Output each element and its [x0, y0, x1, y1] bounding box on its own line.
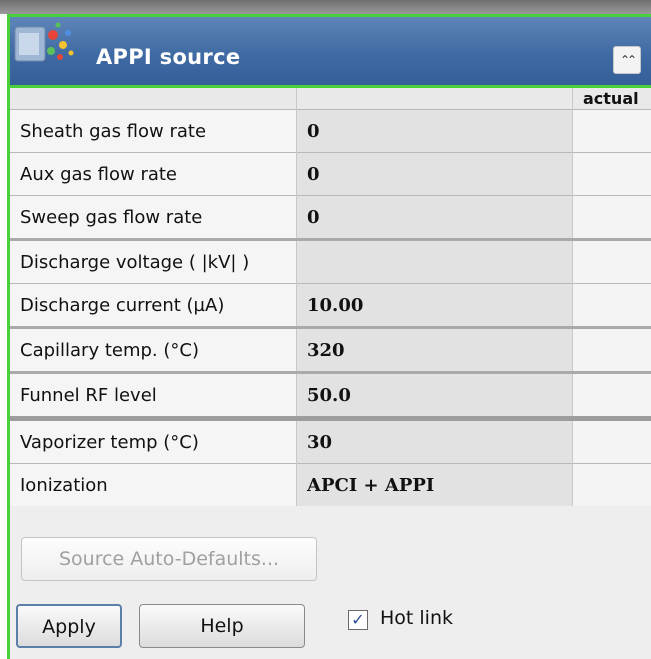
- table-row: Ionization APCI + APPI: [10, 463, 651, 506]
- table-header-row: actual: [10, 88, 651, 110]
- row-label: Discharge voltage ( |kV| ): [10, 238, 297, 284]
- row-actual-cell: [572, 283, 651, 328]
- row-value-field[interactable]: 10.00: [296, 283, 573, 328]
- header-actual: actual: [572, 88, 651, 110]
- row-actual-cell: [572, 371, 651, 419]
- table-row: Discharge voltage ( |kV| ): [10, 238, 651, 284]
- row-label: Sweep gas flow rate: [10, 195, 297, 240]
- table-row: Capillary temp. (°C) 320: [10, 326, 651, 373]
- table-row: Sheath gas flow rate 0: [10, 109, 651, 153]
- row-value-field[interactable]: 0: [296, 152, 573, 196]
- row-value-field[interactable]: [296, 238, 573, 284]
- hot-link-label[interactable]: Hot link: [380, 607, 453, 629]
- parameters-table: actual Sheath gas flow rate 0 Aux gas fl…: [10, 88, 651, 506]
- row-value-field[interactable]: 0: [296, 109, 573, 153]
- row-actual-cell: [572, 109, 651, 153]
- row-value-field[interactable]: 30: [296, 416, 573, 464]
- row-actual-cell: [572, 326, 651, 373]
- row-label: Capillary temp. (°C): [10, 326, 297, 373]
- double-chevron-up-icon: ⌃⌃: [619, 53, 637, 67]
- table-row: Funnel RF level 50.0: [10, 371, 651, 419]
- row-label: Vaporizer temp (°C): [10, 416, 297, 464]
- table-row: Aux gas flow rate 0: [10, 152, 651, 196]
- row-value-field[interactable]: 50.0: [296, 371, 573, 419]
- ionization-select[interactable]: APCI + APPI: [296, 463, 573, 506]
- row-label: Aux gas flow rate: [10, 152, 297, 196]
- table-row: Sweep gas flow rate 0: [10, 195, 651, 240]
- table-row: Vaporizer temp (°C) 30: [10, 416, 651, 464]
- row-label: Ionization: [10, 463, 297, 506]
- checkmark-icon: ✓: [351, 610, 365, 629]
- panel-title-bar: APPI source ⌃⌃: [10, 17, 651, 85]
- header-empty-cell: [10, 88, 297, 110]
- hot-link-checkbox[interactable]: ✓: [348, 610, 368, 630]
- row-actual-cell: [572, 152, 651, 196]
- row-actual-cell: [572, 416, 651, 464]
- row-label: Discharge current (µA): [10, 283, 297, 328]
- source-auto-defaults-button[interactable]: Source Auto-Defaults...: [21, 537, 317, 581]
- row-actual-cell: [572, 463, 651, 506]
- row-value-field[interactable]: 0: [296, 195, 573, 240]
- panel-title: APPI source: [96, 45, 241, 69]
- collapse-button[interactable]: ⌃⌃: [613, 46, 641, 74]
- window-top-strip: [0, 0, 651, 14]
- row-actual-cell: [572, 238, 651, 284]
- help-button[interactable]: Help: [139, 604, 305, 648]
- row-actual-cell: [572, 195, 651, 240]
- row-value-field[interactable]: 320: [296, 326, 573, 373]
- header-empty-cell: [296, 88, 573, 110]
- row-label: Funnel RF level: [10, 371, 297, 419]
- apply-button[interactable]: Apply: [16, 604, 122, 648]
- table-row: Discharge current (µA) 10.00: [10, 283, 651, 328]
- row-label: Sheath gas flow rate: [10, 109, 297, 153]
- source-spray-icon: [14, 22, 74, 62]
